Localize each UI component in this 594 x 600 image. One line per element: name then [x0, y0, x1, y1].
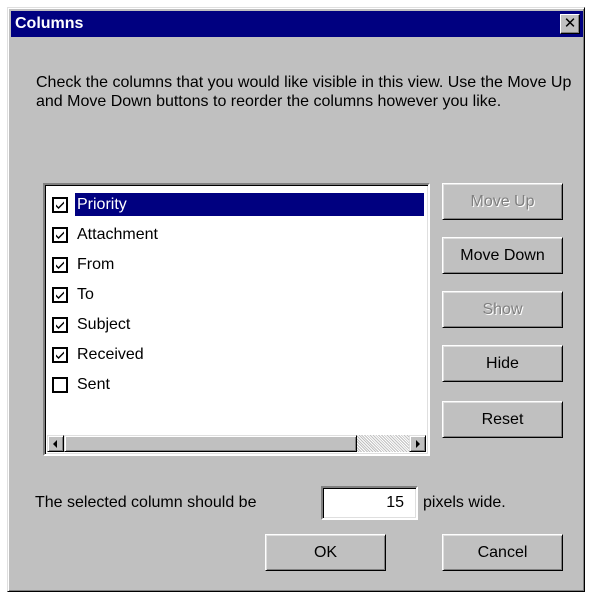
scroll-left-button[interactable]	[47, 435, 64, 452]
move-down-button[interactable]: Move Down	[442, 237, 563, 274]
show-button[interactable]: Show	[442, 291, 563, 328]
close-icon[interactable]: ✕	[560, 14, 580, 34]
checkbox-checked-icon[interactable]	[52, 287, 68, 303]
checkbox-checked-icon[interactable]	[52, 227, 68, 243]
title-bar[interactable]: Columns ✕	[11, 11, 583, 37]
columns-dialog: Columns ✕ Check the columns that you wou…	[7, 7, 585, 592]
list-item[interactable]: Sent	[49, 371, 424, 398]
list-item[interactable]: To	[49, 281, 424, 308]
scroll-right-button[interactable]	[409, 435, 426, 452]
width-suffix-label: pixels wide.	[423, 494, 506, 511]
list-item-label: Sent	[77, 376, 110, 393]
list-item-label: Received	[77, 346, 144, 363]
width-prefix-label: The selected column should be	[35, 494, 257, 511]
ok-button[interactable]: OK	[265, 534, 386, 571]
scroll-right-arrow-icon	[416, 440, 420, 448]
list-item-label: Attachment	[77, 226, 158, 243]
column-width-row: The selected column should be 15 pixels …	[35, 486, 575, 520]
scroll-thumb[interactable]	[64, 435, 357, 452]
dialog-title: Columns	[15, 15, 84, 32]
cancel-button[interactable]: Cancel	[442, 534, 563, 571]
move-up-button[interactable]: Move Up	[442, 183, 563, 220]
checkbox-checked-icon[interactable]	[52, 257, 68, 273]
column-width-input[interactable]: 15	[321, 486, 418, 520]
list-item[interactable]: Subject	[49, 311, 424, 338]
hide-button[interactable]: Hide	[442, 345, 563, 382]
scroll-left-arrow-icon	[53, 440, 57, 448]
list-item[interactable]: Priority	[49, 191, 424, 218]
checkbox-checked-icon[interactable]	[52, 317, 68, 333]
horizontal-scrollbar[interactable]	[47, 435, 426, 452]
list-item[interactable]: Attachment	[49, 221, 424, 248]
checkbox-checked-icon[interactable]	[52, 347, 68, 363]
checkbox-checked-icon[interactable]	[52, 197, 68, 213]
list-item[interactable]: From	[49, 251, 424, 278]
list-item-label: To	[77, 286, 94, 303]
reset-button[interactable]: Reset	[442, 401, 563, 438]
instructions-text: Check the columns that you would like vi…	[36, 74, 572, 110]
list-item[interactable]: Received	[49, 341, 424, 368]
list-item-label: Priority	[75, 193, 424, 216]
checkbox-unchecked-icon[interactable]	[52, 377, 68, 393]
list-item-label: Subject	[77, 316, 131, 333]
list-item-label: From	[77, 256, 115, 273]
columns-listbox[interactable]: Priority Attachment From To Subject Received S…	[43, 183, 430, 456]
